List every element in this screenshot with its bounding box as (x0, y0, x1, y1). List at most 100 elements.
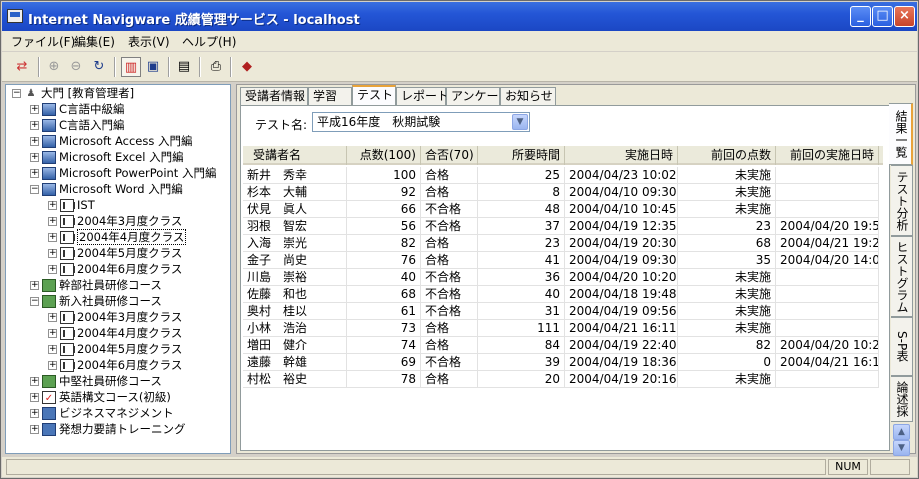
minimize-button[interactable]: _ (850, 6, 871, 27)
table-row[interactable]: 伏見 眞人 66 不合格 48 2004/04/10 10:45 未実施 (243, 201, 883, 218)
tree-item[interactable]: + 中堅社員研修コース (30, 373, 162, 389)
chevron-down-icon[interactable]: ▼ (893, 440, 910, 456)
tab-1[interactable]: 学習 (308, 87, 352, 105)
tree-item[interactable]: +2004年5月度クラス (48, 341, 182, 357)
zoom-in-icon[interactable]: ⊕ (44, 57, 64, 77)
tree-item[interactable]: + IST (48, 197, 95, 213)
expand-icon[interactable]: + (48, 345, 57, 354)
tab-2[interactable]: テスト (352, 85, 396, 106)
menu-view[interactable]: 表示(V) (128, 33, 170, 50)
title-bar[interactable]: Internet Navigware 成績管理サービス - localhost … (2, 2, 917, 31)
expand-icon[interactable]: + (30, 377, 39, 386)
expand-icon[interactable]: + (48, 217, 57, 226)
column-header[interactable]: 前回の点数 (678, 146, 776, 165)
table-row[interactable]: 奥村 桂以 61 不合格 31 2004/04/19 09:56 未実施 (243, 303, 883, 320)
vertical-tab-2[interactable]: ヒストグラム (891, 236, 913, 317)
course-tree[interactable]: − ♟ 大門 [教育管理者] + C言語中級編 + C言語入門編 + Microsoft Acc… (5, 84, 231, 454)
chevron-up-icon[interactable]: ▲ (893, 424, 910, 440)
column-header[interactable]: 点数(100) (347, 146, 421, 165)
tree-item[interactable]: + C言語中級編 (30, 101, 125, 117)
tree-item[interactable]: +2004年3月度クラス (48, 309, 182, 325)
table-row[interactable]: 増田 健介 74 合格 84 2004/04/19 22:40 82 2004/04/20 … (243, 337, 883, 354)
expand-icon[interactable]: + (30, 153, 39, 162)
tab-4[interactable]: アンケート (446, 87, 511, 105)
expand-icon[interactable]: + (30, 137, 39, 146)
expand-icon[interactable]: + (30, 393, 39, 402)
tree-item[interactable]: +2004年6月度クラス (48, 261, 182, 277)
menu-file[interactable]: ファイル(F) (11, 33, 75, 50)
tree-item[interactable]: +2004年4月度クラス (48, 325, 182, 341)
expand-icon[interactable]: + (48, 201, 57, 210)
print-icon[interactable]: ⎙ (206, 57, 226, 77)
tree-item[interactable]: + 幹部社員研修コース (30, 277, 162, 293)
table-row[interactable]: 羽根 智宏 56 不合格 37 2004/04/19 12:35 23 2004/04/20… (243, 218, 883, 235)
tree-item[interactable]: − ♟ 大門 [教育管理者] (12, 85, 134, 101)
tree-item[interactable]: − 新入社員研修コース (30, 293, 162, 309)
tab-0[interactable]: 受講者情報 (240, 87, 308, 105)
tree-item[interactable]: + C言語入門編 (30, 117, 125, 133)
zoom-out-icon[interactable]: ⊖ (66, 57, 86, 77)
collapse-icon[interactable]: − (30, 185, 39, 194)
expand-icon[interactable]: + (30, 105, 39, 114)
vertical-tab-0[interactable]: 結果一覧 (889, 103, 913, 165)
refresh-icon[interactable]: ↻ (89, 57, 109, 77)
table-row[interactable]: 入海 崇光 82 合格 23 2004/04/19 20:30 68 2004/04/21 … (243, 235, 883, 252)
table-row[interactable]: 遠藤 幹雄 69 不合格 39 2004/04/19 18:36 0 2004/04/21 … (243, 354, 883, 371)
table-row[interactable]: 新井 秀幸 100 合格 25 2004/04/23 10:02 未実施 (243, 167, 883, 184)
table-row[interactable]: 川島 崇裕 40 不合格 36 2004/04/20 10:20 未実施 (243, 269, 883, 286)
tree-item[interactable]: + ビジネスマネジメント (30, 405, 174, 421)
tree-item[interactable]: +2004年4月度クラス (48, 229, 187, 245)
tree-item[interactable]: + Microsoft Access 入門編 (30, 133, 193, 149)
table-cell: 新井 秀幸 (243, 167, 347, 184)
vertical-tab-3[interactable]: S-P表 (891, 317, 913, 376)
maximize-button[interactable]: □ (872, 6, 893, 27)
tree-item[interactable]: + Microsoft Excel 入門編 (30, 149, 184, 165)
chevron-down-icon[interactable]: ▼ (512, 114, 528, 130)
table-row[interactable]: 杉本 大輔 92 合格 8 2004/04/10 09:30 未実施 (243, 184, 883, 201)
split-view-icon[interactable]: ▥ (121, 57, 141, 77)
expand-icon[interactable]: + (30, 169, 39, 178)
expand-icon[interactable]: + (30, 409, 39, 418)
tree-item[interactable]: + ✓ 英語構文コース(初級) (30, 389, 171, 405)
vertical-tab-1[interactable]: テスト分析 (891, 165, 913, 236)
expand-icon[interactable]: + (30, 281, 39, 290)
column-header[interactable]: 所要時間 (478, 146, 565, 165)
logout-icon[interactable]: ⇄ (12, 57, 32, 77)
tree-item[interactable]: + Microsoft PowerPoint 入門編 (30, 165, 216, 181)
menu-help[interactable]: ヘルプ(H) (182, 33, 236, 50)
table-row[interactable]: 金子 尚史 76 合格 41 2004/04/19 09:30 35 2004/04/20 … (243, 252, 883, 269)
tab-5[interactable]: お知らせ (500, 87, 556, 105)
expand-icon[interactable]: + (48, 361, 57, 370)
expand-icon[interactable]: + (30, 121, 39, 130)
expand-icon[interactable]: + (48, 329, 57, 338)
toolbar-separator (114, 57, 116, 77)
column-header[interactable]: 合否(70) (421, 146, 478, 165)
close-button[interactable]: × (894, 6, 915, 27)
expand-icon[interactable]: + (48, 313, 57, 322)
expand-icon[interactable]: + (48, 265, 57, 274)
table-cell: 入海 崇光 (243, 235, 347, 252)
collapse-icon[interactable]: − (30, 297, 39, 306)
test-name-select[interactable]: 平成16年度 秋期試験 ▼ (312, 112, 530, 132)
tree-item[interactable]: +2004年3月度クラス (48, 213, 182, 229)
menu-edit[interactable]: 編集(E) (74, 33, 115, 50)
expand-icon[interactable]: + (48, 233, 57, 242)
column-header[interactable]: 受講者名 (243, 146, 347, 165)
compare-view-icon[interactable]: ▣ (143, 57, 163, 77)
report-icon[interactable]: ▤ (174, 57, 194, 77)
vertical-tab-4[interactable]: 論述採 (891, 376, 913, 422)
table-row[interactable]: 小林 浩治 73 合格 111 2004/04/21 16:11 未実施 (243, 320, 883, 337)
tree-item[interactable]: +2004年6月度クラス (48, 357, 182, 373)
book-icon[interactable]: ◆ (237, 57, 257, 77)
tree-item[interactable]: + 発想力要請トレーニング (30, 421, 186, 437)
expand-icon[interactable]: + (30, 425, 39, 434)
tree-item[interactable]: +2004年5月度クラス (48, 245, 182, 261)
table-row[interactable]: 佐藤 和也 68 不合格 40 2004/04/18 19:48 未実施 (243, 286, 883, 303)
expand-icon[interactable]: + (48, 249, 57, 258)
tree-item[interactable]: − Microsoft Word 入門編 (30, 181, 183, 197)
table-row[interactable]: 村松 裕史 78 合格 20 2004/04/19 20:16 未実施 (243, 371, 883, 388)
collapse-icon[interactable]: − (12, 89, 21, 98)
tab-3[interactable]: レポート (396, 87, 449, 105)
column-header[interactable]: 前回の実施日時 (776, 146, 879, 165)
column-header[interactable]: 実施日時 (565, 146, 678, 165)
